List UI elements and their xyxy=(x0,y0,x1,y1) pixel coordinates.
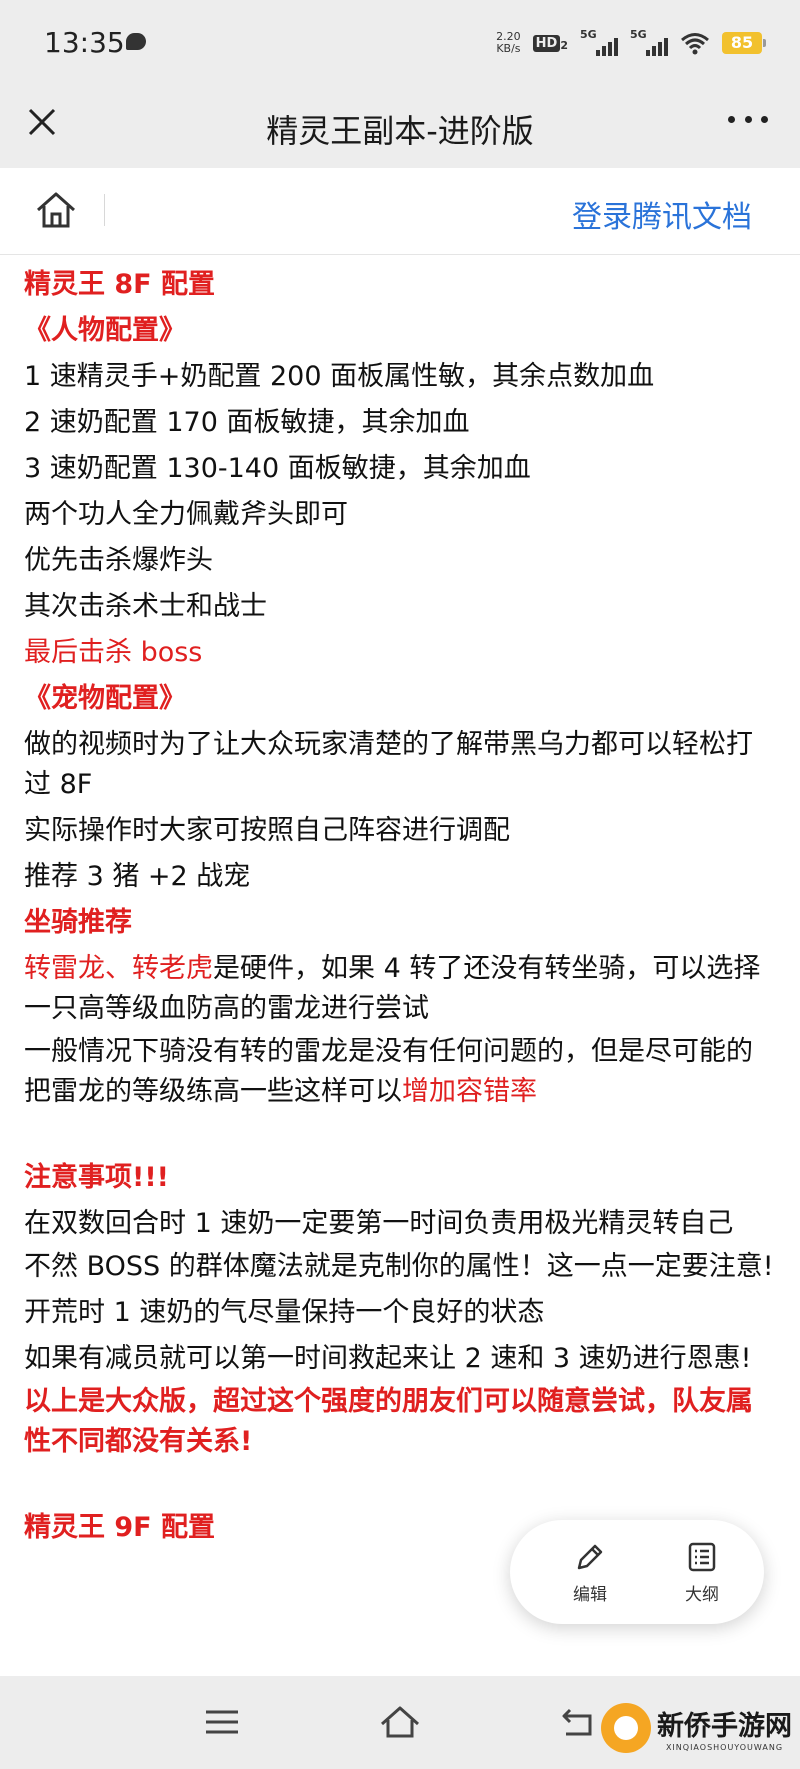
wifi-icon xyxy=(681,33,709,55)
home-nav-icon[interactable] xyxy=(378,1700,422,1744)
text-line: 2 速奶配置 170 面板敏捷，其余加血 xyxy=(24,407,470,438)
outline-label: 大纲 xyxy=(685,1585,719,1605)
battery-icon: 85 xyxy=(722,32,766,54)
dot-icon xyxy=(744,116,752,123)
text-paragraph: 不然 BOSS 的群体魔法就是克制你的属性！这一点一定要注意! xyxy=(24,1251,774,1282)
section-notes: 注意事项!!! xyxy=(24,1162,169,1193)
text-line-red: 最后击杀 boss xyxy=(24,637,203,668)
pencil-icon xyxy=(577,1544,603,1570)
message-notification-icon xyxy=(126,33,146,50)
document-content: 精灵王 8F 配置 《人物配置》 1 速精灵手+奶配置 200 面板属性敏，其余… xyxy=(24,262,776,1551)
text-paragraph: 做的视频时为了让大众玩家清楚的了解带黑乌力都可以轻松打过 8F xyxy=(24,729,753,800)
back-icon[interactable] xyxy=(556,1700,600,1744)
signal-icon-sim2: 5G xyxy=(630,28,668,56)
dot-icon xyxy=(761,116,768,123)
text-paragraph-red: 以上是大众版，超过这个强度的朋友们可以随意尝试，队友属性不同都没有关系! xyxy=(24,1386,753,1457)
more-options-button[interactable] xyxy=(728,116,768,128)
hd-voice-icon: HD 2 xyxy=(532,34,568,52)
status-bar: 13:35 2.20 KB/s HD 2 5G 5G 85 xyxy=(0,0,800,88)
floating-action-menu: 编辑 大纲 xyxy=(510,1520,764,1624)
network-speed: 2.20 KB/s xyxy=(496,31,521,55)
text-span: 一般情况下骑没有转的雷龙是没有任何问题的，但是尽可能的把雷龙的等级练高一些这样可… xyxy=(24,1036,753,1107)
network-speed-unit: KB/s xyxy=(496,42,521,55)
section-pet-config: 《宠物配置》 xyxy=(24,683,186,714)
heading-8f: 精灵王 8F 配置 xyxy=(24,269,216,300)
text-line: 推荐 3 猪 +2 战宠 xyxy=(24,861,251,892)
status-time: 13:35 xyxy=(44,26,125,59)
section-character-config: 《人物配置》 xyxy=(24,315,186,346)
status-icons: 2.20 KB/s HD 2 5G 5G 85 xyxy=(496,26,766,60)
login-tencent-docs-link[interactable]: 登录腾讯文档 xyxy=(572,192,752,236)
outline-button[interactable]: 大纲 xyxy=(662,1540,742,1605)
toolbar-divider xyxy=(104,194,105,226)
edit-label: 编辑 xyxy=(573,1585,607,1605)
hd-label: HD xyxy=(532,34,561,52)
doc-toolbar: 登录腾讯文档 xyxy=(0,168,800,255)
signal1-label: 5G xyxy=(580,28,597,41)
section-mount-recommend: 坐骑推荐 xyxy=(24,907,132,938)
highlight-mounts: 转雷龙、转老虎 xyxy=(24,953,213,984)
dot-icon xyxy=(728,116,735,123)
text-line: 其次击杀术士和战士 xyxy=(24,591,267,622)
text-paragraph: 在双数回合时 1 速奶一定要第一时间负责用极光精灵转自己 xyxy=(24,1208,734,1239)
signal2-label: 5G xyxy=(630,28,647,41)
text-line: 1 速精灵手+奶配置 200 面板属性敏，其余点数加血 xyxy=(24,361,655,392)
site-watermark: 新侨手游网 XINQIAOSHOUYOUWANG xyxy=(601,1698,792,1758)
menu-icon[interactable] xyxy=(200,1700,244,1744)
text-line: 两个功人全力佩戴斧头即可 xyxy=(24,499,348,530)
text-line: 开荒时 1 速奶的气尽量保持一个良好的状态 xyxy=(24,1297,545,1328)
text-line: 3 速奶配置 130-140 面板敏捷，其余加血 xyxy=(24,453,531,484)
home-icon[interactable] xyxy=(34,188,78,232)
watermark-text: 新侨手游网 xyxy=(657,1711,792,1742)
text-line: 实际操作时大家可按照自己阵容进行调配 xyxy=(24,815,510,846)
watermark-logo-icon xyxy=(601,1703,651,1753)
edit-button[interactable]: 编辑 xyxy=(550,1540,630,1605)
text-paragraph: 如果有减员就可以第一时间救起来让 2 速和 3 速奶进行恩惠! xyxy=(24,1343,752,1374)
text-paragraph: 转雷龙、转老虎是硬件，如果 4 转了还没有转坐骑，可以选择一只高等级血防高的雷龙… xyxy=(24,949,776,1029)
text-paragraph: 一般情况下骑没有转的雷龙是没有任何问题的，但是尽可能的把雷龙的等级练高一些这样可… xyxy=(24,1032,776,1112)
page-title: 精灵王副本-进阶版 xyxy=(266,112,534,150)
title-bar: 精灵王副本-进阶版 xyxy=(0,88,800,168)
signal-icon-sim1: 5G xyxy=(580,28,618,56)
highlight-tolerance: 增加容错率 xyxy=(402,1076,537,1107)
hd-sub: 2 xyxy=(560,38,568,52)
outline-list-icon xyxy=(688,1542,716,1572)
text-line: 优先击杀爆炸头 xyxy=(24,545,213,576)
watermark-subtext: XINQIAOSHOUYOUWANG xyxy=(665,1743,784,1752)
